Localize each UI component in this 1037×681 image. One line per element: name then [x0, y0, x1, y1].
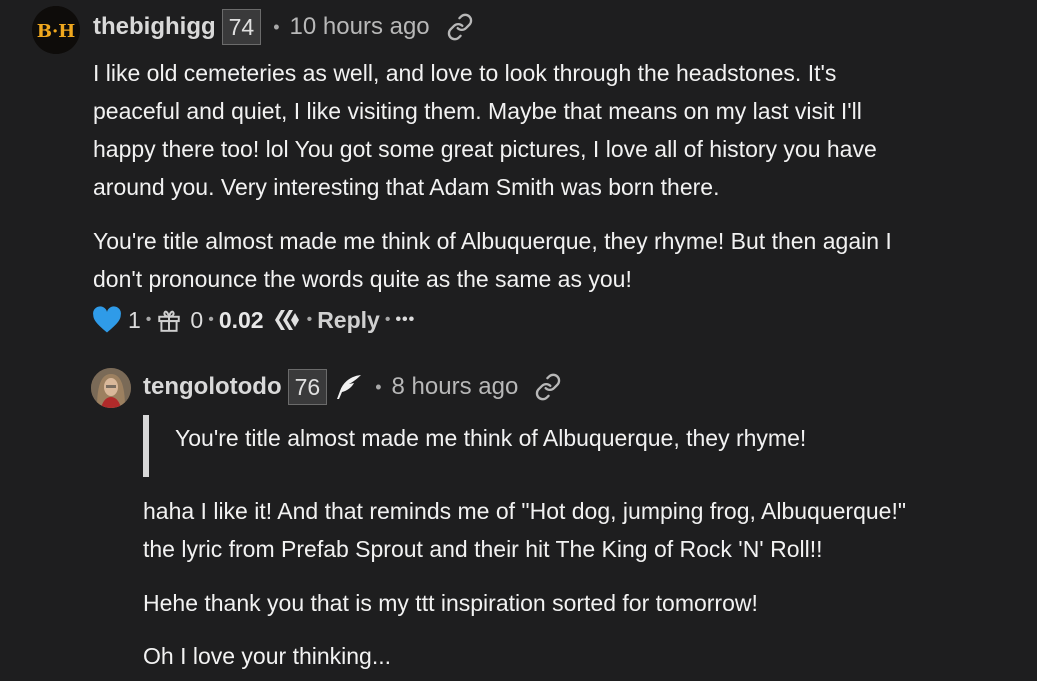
comment-line: haha I like it! And that reminds me of "… [143, 498, 906, 524]
comment-line: peaceful and quiet, I like visiting them… [93, 98, 862, 124]
comment-line: You're title almost made me think of Alb… [93, 228, 892, 254]
hive-icon [272, 308, 302, 332]
separator-dot: • [306, 311, 313, 328]
comment-line: I like old cemeteries as well, and love … [93, 60, 837, 86]
comment-line: don't pronounce the words quite as the s… [93, 266, 632, 292]
quill-icon [333, 373, 363, 401]
reputation-badge: 74 [221, 9, 262, 45]
separator-dot: • [145, 311, 152, 328]
comment-line: around you. Very interesting that Adam S… [93, 174, 720, 200]
like-count[interactable]: 1 [128, 307, 141, 334]
comment-header: thebighigg 74 • 10 hours ago [93, 9, 474, 45]
bighigg-logo: B·H [32, 6, 80, 54]
blockquote: You're title almost made me think of Alb… [175, 425, 807, 451]
heart-icon[interactable] [92, 306, 122, 334]
quote-bar [143, 415, 149, 477]
timestamp[interactable]: 10 hours ago [290, 13, 430, 41]
author-name[interactable]: thebighigg [93, 13, 216, 41]
gift-count[interactable]: 0 [190, 307, 203, 334]
comment-header: tengolotodo 76 • 8 hours ago [143, 369, 562, 405]
svg-text:B·H: B·H [37, 21, 76, 42]
comment-line: Oh I love your thinking... [143, 643, 392, 669]
separator-dot: • [384, 311, 391, 328]
comment-line: the lyric from Prefab Sprout and their h… [143, 536, 823, 562]
reply-button[interactable]: Reply [317, 307, 380, 334]
author-name[interactable]: tengolotodo [143, 373, 282, 401]
comment-actions: 1 • 0 • 0.02 • Reply • ••• [92, 306, 415, 334]
reputation-badge: 76 [287, 369, 328, 405]
comment-line: happy there too! lol You got some great … [93, 136, 877, 162]
separator-dot: • [273, 16, 280, 37]
comment-line: Hehe thank you that is my ttt inspiratio… [143, 590, 758, 616]
link-icon[interactable] [534, 373, 562, 401]
more-options-button[interactable]: ••• [395, 311, 415, 329]
link-icon[interactable] [446, 13, 474, 41]
separator-dot: • [208, 311, 214, 328]
avatar[interactable] [91, 368, 131, 408]
separator-dot: • [375, 376, 382, 397]
avatar[interactable]: B·H [32, 6, 80, 54]
payout-value[interactable]: 0.02 [219, 307, 264, 334]
profile-photo [91, 368, 131, 408]
gift-icon[interactable] [156, 307, 182, 333]
timestamp[interactable]: 8 hours ago [392, 373, 519, 401]
